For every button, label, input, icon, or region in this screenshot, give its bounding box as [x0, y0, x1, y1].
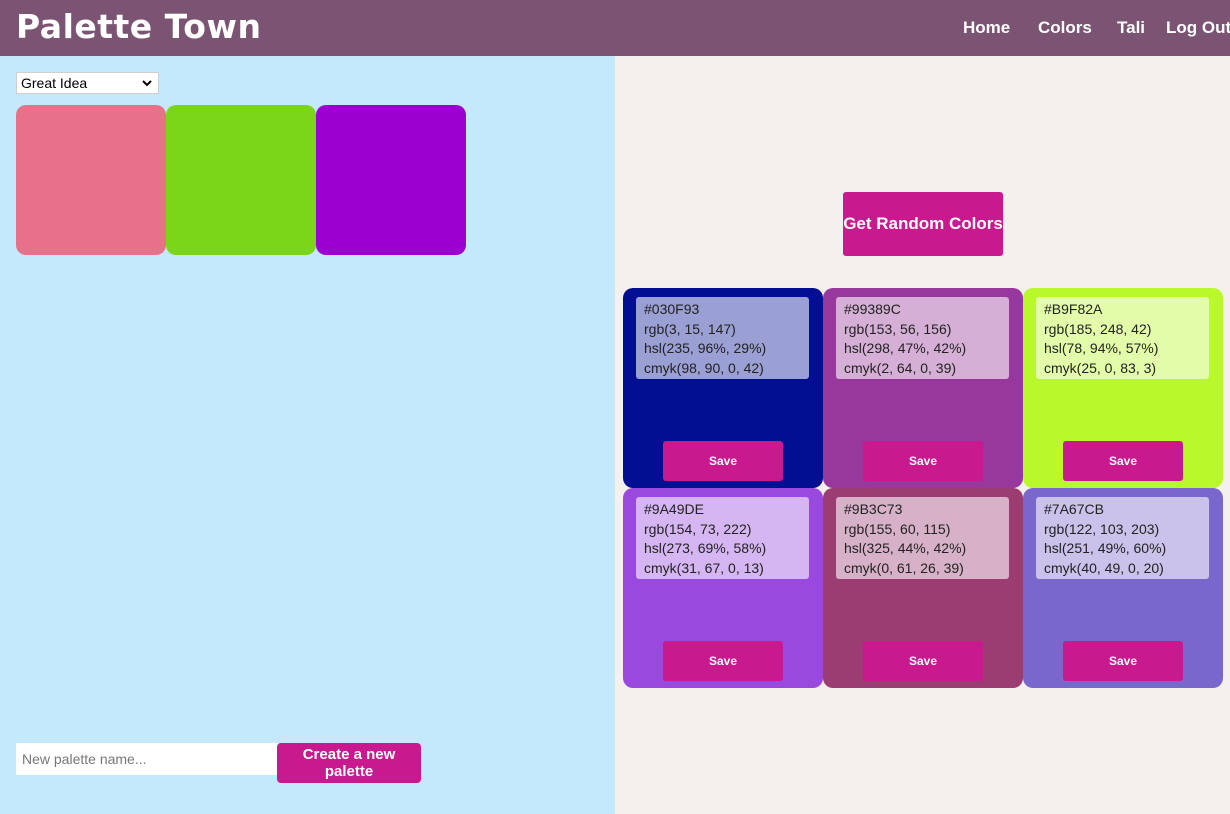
color-info-box: #9B3C73 rgb(155, 60, 115) hsl(325, 44%, … — [836, 497, 1009, 579]
color-card: #B9F82A rgb(185, 248, 42) hsl(78, 94%, 5… — [1023, 288, 1223, 488]
get-random-colors-button[interactable]: Get Random Colors — [843, 192, 1003, 256]
color-hsl-value: hsl(298, 47%, 42%) — [844, 340, 967, 357]
color-hex-value: #7A67CB — [1044, 501, 1104, 517]
palette-swatch — [166, 105, 316, 255]
app-logo-title[interactable]: Palette Town — [16, 6, 261, 48]
color-card: #030F93 rgb(3, 15, 147) hsl(235, 96%, 29… — [623, 288, 823, 488]
color-card: #99389C rgb(153, 56, 156) hsl(298, 47%, … — [823, 288, 1023, 488]
nav-logout-link[interactable]: Log Out — [1166, 18, 1230, 38]
color-cmyk-value: cmyk(98, 90, 0, 42) — [644, 359, 764, 376]
create-palette-button[interactable]: Create a new palette — [277, 743, 421, 783]
palette-swatch — [316, 105, 466, 255]
color-rgb-value: rgb(122, 103, 203) — [1044, 520, 1160, 537]
color-info-box: #7A67CB rgb(122, 103, 203) hsl(251, 49%,… — [1036, 497, 1209, 579]
new-palette-name-input[interactable] — [16, 743, 278, 775]
color-card: #7A67CB rgb(122, 103, 203) hsl(251, 49%,… — [1023, 488, 1223, 688]
color-rgb-value: rgb(3, 15, 147) — [644, 320, 736, 337]
color-info-box: #030F93 rgb(3, 15, 147) hsl(235, 96%, 29… — [636, 297, 809, 379]
color-info-box: #B9F82A rgb(185, 248, 42) hsl(78, 94%, 5… — [1036, 297, 1209, 379]
nav-home-link[interactable]: Home — [963, 18, 1010, 38]
color-hex-value: #9A49DE — [644, 501, 704, 517]
color-hex-value: #030F93 — [644, 301, 700, 317]
palette-select-value: Great Idea — [21, 75, 88, 91]
color-card: #9A49DE rgb(154, 73, 222) hsl(273, 69%, … — [623, 488, 823, 688]
chevron-down-icon — [142, 80, 152, 87]
color-hex-value: #99389C — [844, 301, 901, 317]
color-hsl-value: hsl(78, 94%, 57%) — [1044, 340, 1159, 357]
save-color-button[interactable]: Save — [663, 441, 783, 481]
save-color-button[interactable]: Save — [1063, 441, 1183, 481]
color-hex-value: #9B3C73 — [844, 501, 903, 517]
nav-colors-link[interactable]: Colors — [1038, 18, 1092, 38]
color-hex-value: #B9F82A — [1044, 301, 1103, 317]
color-hsl-value: hsl(273, 69%, 58%) — [644, 540, 767, 557]
color-rgb-value: rgb(185, 248, 42) — [1044, 320, 1152, 337]
color-rgb-value: rgb(155, 60, 115) — [844, 520, 951, 537]
color-card: #9B3C73 rgb(155, 60, 115) hsl(325, 44%, … — [823, 488, 1023, 688]
color-hsl-value: hsl(251, 49%, 60%) — [1044, 540, 1167, 557]
nav-user-link[interactable]: Tali — [1117, 18, 1145, 38]
color-info-box: #9A49DE rgb(154, 73, 222) hsl(273, 69%, … — [636, 497, 809, 579]
color-hsl-value: hsl(325, 44%, 42%) — [844, 540, 967, 557]
app-header: Palette Town Home Colors Tali Log Out — [0, 0, 1230, 56]
color-cmyk-value: cmyk(2, 64, 0, 39) — [844, 359, 957, 376]
color-cmyk-value: cmyk(0, 61, 26, 39) — [844, 559, 964, 576]
color-hsl-value: hsl(235, 96%, 29%) — [644, 340, 767, 357]
save-color-button[interactable]: Save — [863, 641, 983, 681]
color-rgb-value: rgb(153, 56, 156) — [844, 320, 952, 337]
color-cmyk-value: cmyk(31, 67, 0, 13) — [644, 559, 764, 576]
palette-select[interactable]: Great Idea — [16, 72, 159, 94]
color-rgb-value: rgb(154, 73, 222) — [644, 520, 752, 537]
color-info-box: #99389C rgb(153, 56, 156) hsl(298, 47%, … — [836, 297, 1009, 379]
save-color-button[interactable]: Save — [1063, 641, 1183, 681]
palette-swatch — [16, 105, 166, 255]
color-cmyk-value: cmyk(40, 49, 0, 20) — [1044, 559, 1164, 576]
color-cmyk-value: cmyk(25, 0, 83, 3) — [1044, 359, 1157, 376]
save-color-button[interactable]: Save — [663, 641, 783, 681]
save-color-button[interactable]: Save — [863, 441, 983, 481]
